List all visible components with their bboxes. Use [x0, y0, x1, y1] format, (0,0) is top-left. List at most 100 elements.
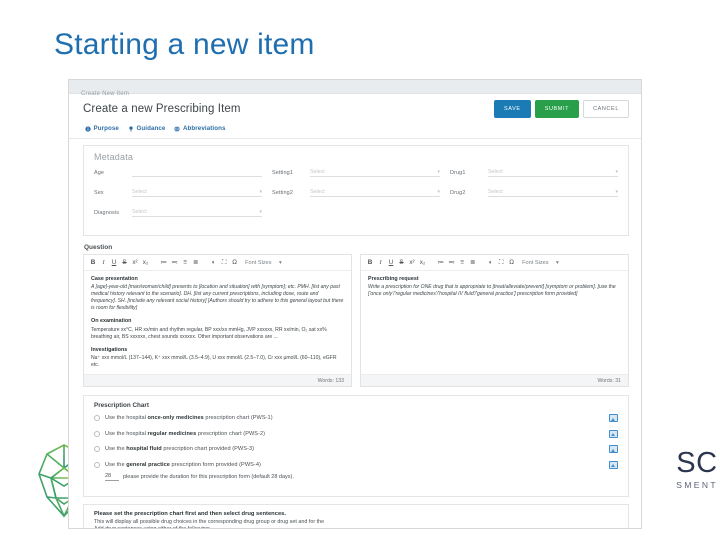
left-editor-toolbar: B I U S x² x₂ ≔ ≕ ≡ ≣ ◐ ⛶ Ω Font Sizes ▾	[84, 255, 351, 271]
radio-pws1[interactable]	[94, 415, 100, 421]
underline-icon[interactable]: U	[388, 259, 394, 266]
tab-guidance[interactable]: Guidance	[128, 125, 166, 132]
metadata-grid: Age Sex Select ▾ Diagnosis Select ▾ Sett…	[94, 166, 618, 226]
pws2-text-post: prescription chart (PWS-2)	[196, 430, 266, 437]
prescription-option-pws1[interactable]: Use the hospital once-only medicines pre…	[94, 414, 618, 422]
image-thumbnail-icon[interactable]	[609, 429, 618, 438]
setting1-select-placeholder: Select	[310, 168, 325, 175]
numbered-list-icon[interactable]: ≔	[438, 259, 444, 266]
brand-wordmark: SC SMENT	[676, 448, 718, 492]
field-sex: Sex Select ▾	[94, 186, 262, 197]
setting1-select[interactable]: Select ▾	[310, 166, 440, 177]
field-setting2-label: Setting2	[272, 190, 293, 196]
radio-pws4[interactable]	[94, 461, 100, 468]
right-editor-word-count: Words: 31	[361, 374, 628, 386]
field-drug2-label: Drug2	[450, 190, 466, 196]
numbered-list-icon[interactable]: ≔	[161, 259, 167, 266]
prescription-chart-title: Prescription Chart	[94, 402, 149, 409]
strikethrough-icon[interactable]: S	[122, 259, 128, 266]
field-setting1: Setting1 Select ▾	[272, 166, 440, 177]
prescribing-request-text: Write a prescription for ONE drug that i…	[368, 284, 616, 298]
image-thumbnail-icon[interactable]	[609, 460, 618, 469]
tab-guidance-label: Guidance	[136, 125, 166, 132]
subscript-icon[interactable]: x₂	[420, 259, 426, 266]
radio-pws3[interactable]	[94, 446, 100, 452]
submit-button[interactable]: SUBMIT	[534, 100, 580, 118]
note-line-2: This will display all possible drug choi…	[94, 519, 325, 525]
superscript-icon[interactable]: x²	[409, 259, 415, 266]
breadcrumb-item-create-new-item[interactable]: Create New Item	[81, 91, 129, 97]
prescription-option-pws3[interactable]: Use the hospital fluid prescription char…	[94, 445, 618, 453]
font-size-dropdown[interactable]: Font Sizes	[522, 260, 548, 266]
left-editor-content[interactable]: Case presentation A [age]-year-old [man/…	[84, 271, 351, 374]
right-editor-content[interactable]: Prescribing request Write a prescription…	[361, 271, 628, 374]
radio-pws2[interactable]	[94, 430, 100, 437]
align-justify-icon[interactable]: ≣	[470, 259, 476, 266]
case-presentation-text: A [age]-year-old [man/woman/child] prese…	[91, 284, 344, 312]
info-circle-icon	[85, 125, 91, 132]
font-size-dropdown[interactable]: Font Sizes	[245, 260, 271, 266]
pws4-text-post: prescription form provided (PWS-4)	[169, 461, 261, 468]
prescription-option-pws4-label: Use the general practice prescription fo…	[105, 462, 605, 468]
metadata-card: Metadata Age Sex Select ▾ Diagnosis Sele…	[83, 145, 629, 236]
fullscreen-icon[interactable]: ⛶	[221, 259, 227, 266]
subscript-icon[interactable]: x₂	[143, 259, 149, 266]
investigations-heading: Investigations	[91, 346, 128, 353]
drug1-select[interactable]: Select ▾	[488, 166, 618, 177]
chevron-down-icon: ▾	[615, 189, 618, 195]
chevron-down-icon: ▾	[259, 189, 262, 195]
align-center-icon[interactable]: ≡	[459, 259, 465, 266]
bullet-list-icon[interactable]: ≕	[448, 259, 454, 266]
pws4-text-bold: general practice	[126, 461, 170, 468]
align-justify-icon[interactable]: ≣	[193, 259, 199, 266]
tab-abbreviations-label: Abbreviations	[182, 125, 226, 132]
contrast-icon[interactable]: ◐	[211, 259, 217, 266]
bold-icon[interactable]: B	[367, 259, 373, 266]
superscript-icon[interactable]: x²	[132, 259, 138, 266]
duration-input[interactable]: 28	[105, 473, 119, 481]
underline-icon[interactable]: U	[111, 259, 117, 266]
drug2-select[interactable]: Select ▾	[488, 186, 618, 197]
diagnosis-select[interactable]: Select ▾	[132, 206, 262, 217]
age-input[interactable]	[132, 166, 262, 177]
investigations-text: Na⁺ xxx mmol/L (137–144), K⁺ xxx mmol/L …	[91, 354, 337, 368]
chevron-down-icon: ▾	[259, 209, 262, 215]
align-center-icon[interactable]: ≡	[182, 259, 188, 266]
sex-select[interactable]: Select ▾	[132, 186, 262, 197]
image-thumbnail-icon[interactable]	[609, 414, 618, 422]
tab-abbreviations[interactable]: Abbreviations	[174, 125, 225, 132]
fullscreen-icon[interactable]: ⛶	[498, 259, 504, 266]
prescription-option-pws2-label: Use the hospital regular medicines presc…	[105, 431, 605, 437]
globe-icon	[174, 125, 181, 132]
bullet-list-icon[interactable]: ≕	[171, 259, 177, 266]
bold-icon[interactable]: B	[90, 259, 96, 266]
italic-icon[interactable]: I	[101, 259, 107, 266]
special-character-icon[interactable]: Ω	[509, 259, 515, 266]
prescription-option-pws3-label: Use the hospital fluid prescription char…	[105, 446, 605, 452]
pws1-text-pre: Use the hospital	[105, 415, 148, 421]
special-character-icon[interactable]: Ω	[232, 259, 238, 266]
strikethrough-icon[interactable]: S	[399, 259, 405, 266]
italic-icon[interactable]: I	[378, 259, 384, 266]
field-diagnosis: Diagnosis Select ▾	[94, 206, 262, 217]
sex-select-placeholder: Select	[132, 188, 147, 195]
prescription-option-pws4[interactable]: Use the general practice prescription fo…	[94, 460, 618, 469]
field-drug1: Drug1 Select ▾	[450, 166, 618, 177]
image-thumbnail-icon[interactable]	[609, 445, 618, 453]
chevron-down-icon[interactable]: ▾	[279, 260, 282, 266]
save-button[interactable]: SAVE	[494, 100, 531, 118]
chevron-down-icon[interactable]: ▾	[556, 260, 559, 266]
setting2-select[interactable]: Select ▾	[310, 186, 440, 197]
pws2-text-pre: Use the hospital	[105, 430, 148, 437]
right-editor-toolbar: B I U S x² x₂ ≔ ≕ ≡ ≣ ◐ ⛶ Ω Font Sizes ▾	[361, 255, 628, 271]
metadata-column-left: Age Sex Select ▾ Diagnosis Select ▾	[94, 166, 272, 226]
contrast-icon[interactable]: ◐	[488, 259, 494, 266]
tab-purpose[interactable]: Purpose	[85, 125, 119, 132]
cancel-button[interactable]: CANCEL	[583, 100, 629, 118]
prescription-option-pws2[interactable]: Use the hospital regular medicines presc…	[94, 429, 618, 438]
metadata-card-title: Metadata	[94, 152, 134, 162]
breadcrumb: Create New Item	[69, 80, 641, 97]
pws4-text-pre: Use the	[105, 461, 127, 468]
prescription-option-pws1-label: Use the hospital once-only medicines pre…	[105, 415, 605, 421]
chevron-down-icon: ▾	[615, 169, 618, 175]
